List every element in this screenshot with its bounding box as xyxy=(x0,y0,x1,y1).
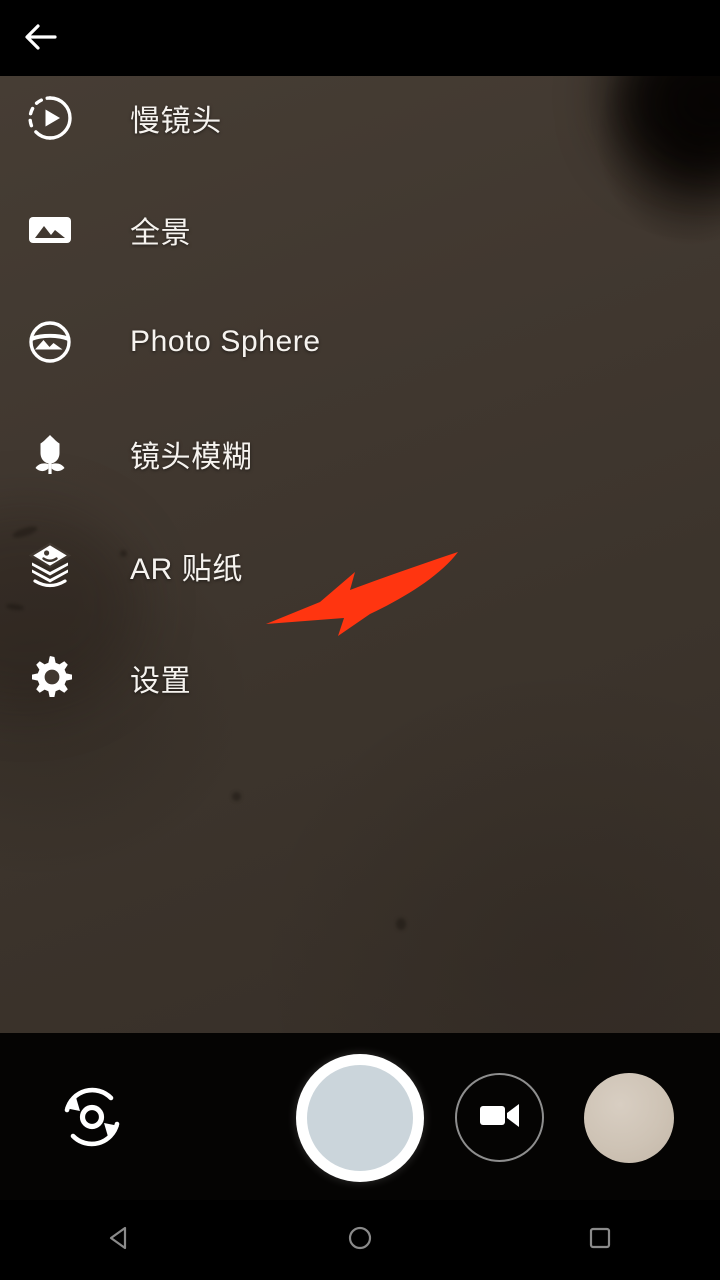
mode-item-photo-sphere[interactable]: Photo Sphere xyxy=(0,286,720,398)
camera-switch-icon xyxy=(53,1078,131,1161)
camera-mode-menu: 慢镜头 全景 Photo Sphere 镜头模糊 AR 贴纸 设置 xyxy=(0,0,720,734)
photo-sphere-icon xyxy=(22,314,78,370)
viewfinder-speck xyxy=(396,918,406,930)
camera-app-screen: 慢镜头 全景 Photo Sphere 镜头模糊 AR 贴纸 设置 xyxy=(0,0,720,1280)
mode-item-label: 全景 xyxy=(130,217,192,250)
nav-home-circle-icon xyxy=(345,1223,375,1258)
mode-item-slow-motion[interactable]: 慢镜头 xyxy=(0,62,720,174)
gallery-thumbnail-button[interactable] xyxy=(584,1073,674,1163)
ar-stickers-icon xyxy=(22,538,78,594)
panorama-icon xyxy=(22,202,78,258)
back-button[interactable] xyxy=(14,12,68,66)
shutter-inner-circle xyxy=(307,1065,413,1171)
mode-item-label: 镜头模糊 xyxy=(130,441,253,474)
mode-item-settings[interactable]: 设置 xyxy=(0,622,720,734)
nav-back-button[interactable] xyxy=(60,1200,180,1280)
mode-item-label: 慢镜头 xyxy=(130,105,222,138)
mode-item-panorama[interactable]: 全景 xyxy=(0,174,720,286)
slow-motion-icon xyxy=(22,90,78,146)
viewfinder-speck xyxy=(232,792,241,801)
nav-recents-button[interactable] xyxy=(540,1200,660,1280)
mode-item-ar-stickers[interactable]: AR 贴纸 xyxy=(0,510,720,622)
mode-item-lens-blur[interactable]: 镜头模糊 xyxy=(0,398,720,510)
top-app-bar xyxy=(0,0,720,76)
nav-recents-square-icon xyxy=(585,1223,615,1258)
mode-item-label: AR 贴纸 xyxy=(130,553,244,586)
mode-item-label: 设置 xyxy=(130,665,192,698)
tulip-icon xyxy=(22,426,78,482)
gear-icon xyxy=(22,650,78,706)
arrow-left-icon xyxy=(21,17,61,62)
switch-camera-button[interactable] xyxy=(48,1075,136,1163)
shutter-button[interactable] xyxy=(296,1054,424,1182)
video-camera-icon xyxy=(478,1099,522,1136)
nav-back-triangle-icon xyxy=(105,1223,135,1258)
video-record-button[interactable] xyxy=(455,1073,544,1162)
android-navigation-bar xyxy=(0,1200,720,1280)
nav-home-button[interactable] xyxy=(300,1200,420,1280)
mode-item-label: Photo Sphere xyxy=(130,325,321,358)
